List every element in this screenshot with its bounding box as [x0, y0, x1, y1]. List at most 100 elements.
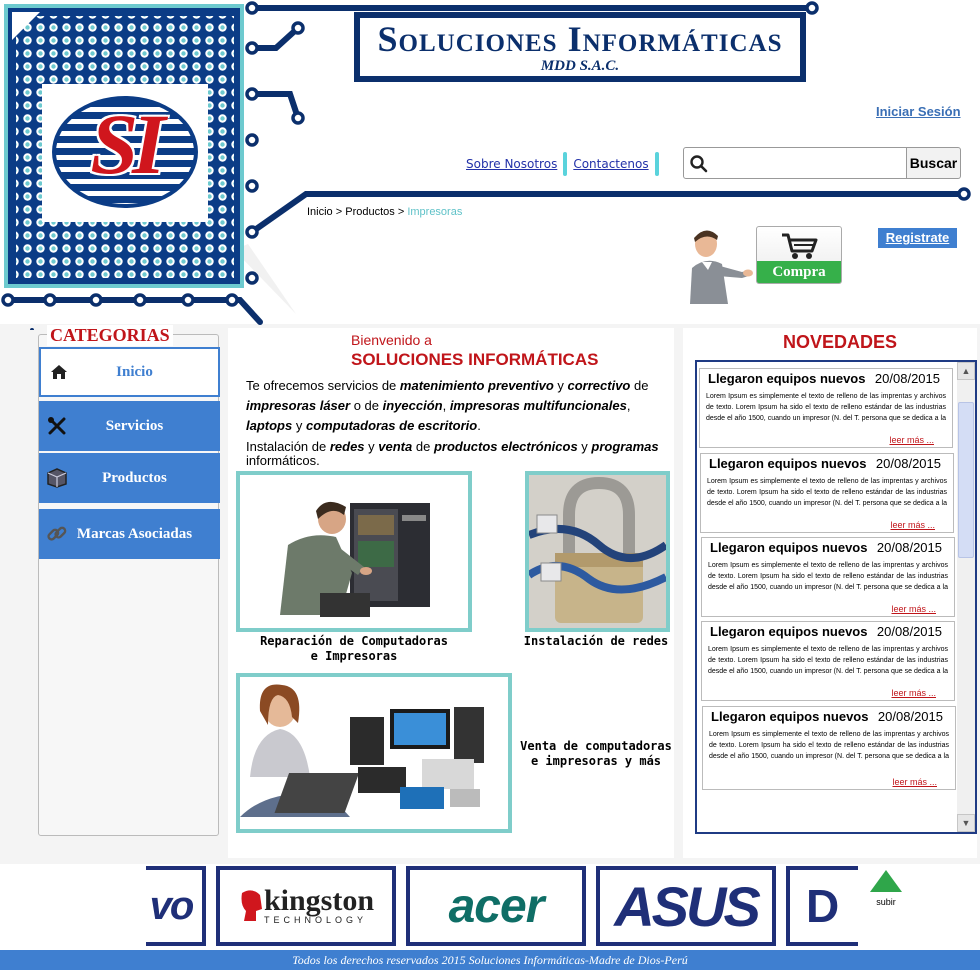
news-item: Llegaron equipos nuevos 20/08/2015 Lorem…: [701, 537, 955, 617]
news-headline: Llegaron equipos nuevos: [708, 371, 866, 386]
home-icon: [41, 364, 77, 380]
scroll-up-icon[interactable]: ▲: [957, 362, 975, 380]
categories-sidebar: CATEGORIAS Inicio Servicios Productos Ma…: [38, 325, 220, 836]
news-item: Llegaron equipos nuevos 20/08/2015 Lorem…: [699, 368, 953, 448]
banner-subtitle: MDD S.A.C.: [540, 58, 620, 74]
tools-icon: [39, 417, 75, 435]
search-button[interactable]: Buscar: [907, 147, 961, 179]
sales-service-image[interactable]: [236, 673, 512, 833]
breadcrumb-separator: >: [332, 206, 346, 218]
banner-title: Soluciones Informáticas: [377, 19, 783, 59]
news-date: 20/08/2015: [876, 624, 942, 639]
search-bar: Buscar: [683, 147, 961, 179]
footer: Todos los derechos reservados 2015 Soluc…: [0, 950, 980, 970]
cart-button[interactable]: Compra: [756, 226, 842, 284]
news-body: Lorem Ipsum es simplemente el texto de r…: [709, 731, 949, 760]
news-body: Lorem Ipsum es simplemente el texto de r…: [706, 393, 946, 422]
news-headline: Llegaron equipos nuevos: [711, 709, 869, 724]
nav-about-link[interactable]: Sobre Nosotros: [460, 157, 563, 171]
news-body: Lorem Ipsum es simplemente el texto de r…: [708, 562, 948, 591]
pointing-person-image: [690, 230, 753, 304]
brand-logo-kingston[interactable]: kingston TECHNOLOGY: [216, 866, 396, 946]
search-box: [683, 147, 907, 179]
news-item: Llegaron equipos nuevos 20/08/2015 Lorem…: [702, 706, 956, 790]
logo-panel: SI: [42, 84, 208, 222]
sidebar-item-label: Marcas Asociadas: [76, 525, 193, 542]
repair-caption: Reparación de Computadoras e Impresoras: [260, 634, 448, 663]
news-date: 20/08/2015: [874, 371, 940, 386]
read-more-link[interactable]: leer más ...: [892, 777, 937, 787]
news-body: Lorem Ipsum es simplemente el texto de r…: [708, 646, 948, 675]
brand-logo-asus[interactable]: ASUS: [596, 866, 776, 946]
sidebar-item-servicios[interactable]: Servicios: [39, 401, 220, 451]
back-to-top-label: subir: [876, 897, 896, 907]
login-link[interactable]: Iniciar Sesión: [876, 104, 961, 119]
news-panel: NOVEDADES Llegaron equipos nuevos 20/08/…: [683, 328, 977, 858]
news-item: Llegaron equipos nuevos 20/08/2015 Lorem…: [700, 453, 954, 533]
read-more-link[interactable]: leer más ...: [891, 688, 936, 698]
register-link[interactable]: Registrate: [878, 228, 957, 248]
breadcrumb-home[interactable]: Inicio: [307, 206, 333, 218]
logo-text: SI: [90, 96, 165, 192]
intro-paragraph: Te ofrecemos servicios de matenimiento p…: [246, 378, 649, 433]
site-banner: Soluciones Informáticas MDD S.A.C.: [354, 12, 806, 82]
technician-computer-illustration: [280, 501, 430, 617]
news-date: 20/08/2015: [877, 709, 943, 724]
brands-carousel: vo kingston TECHNOLOGY acer ASUS D: [146, 866, 858, 946]
arrow-up-icon: [870, 870, 902, 892]
breadcrumb: Inicio > Productos > Impresoras: [307, 206, 462, 218]
read-more-link[interactable]: leer más ...: [890, 520, 935, 530]
categories-title: CATEGORIAS: [47, 325, 173, 346]
scroll-down-icon[interactable]: ▼: [957, 814, 975, 832]
news-date: 20/08/2015: [876, 540, 942, 555]
sidebar-item-label: Servicios: [105, 417, 164, 434]
main-content: Bienvenido a SOLUCIONES INFORMÁTICAS Te …: [228, 328, 674, 858]
breadcrumb-separator: >: [394, 206, 408, 218]
chip-corner-notch: [12, 12, 40, 40]
news-headline: Llegaron equipos nuevos: [710, 540, 868, 555]
box-icon: [39, 468, 75, 488]
repair-service-image[interactable]: [236, 471, 472, 632]
company-logo-chip[interactable]: SI: [4, 4, 244, 288]
sales-caption: Venta de computadoras e impresoras y más: [520, 739, 672, 768]
back-to-top-button[interactable]: subir: [868, 870, 904, 907]
news-date: 20/08/2015: [875, 456, 941, 471]
brand-logo-dell[interactable]: D: [786, 866, 858, 946]
news-scroll-box[interactable]: Llegaron equipos nuevos 20/08/2015 Lorem…: [695, 360, 977, 834]
news-item: Llegaron equipos nuevos 20/08/2015 Lorem…: [701, 621, 955, 701]
network-caption: Instalación de redes: [523, 634, 669, 648]
news-scrollbar[interactable]: ▲ ▼: [957, 362, 975, 832]
read-more-link[interactable]: leer más ...: [889, 435, 934, 445]
nav-separator: [654, 152, 659, 176]
news-headline: Llegaron equipos nuevos: [710, 624, 868, 639]
cart-icon: [782, 233, 818, 259]
sidebar-item-inicio[interactable]: Inicio: [39, 347, 220, 397]
news-title: NOVEDADES: [782, 332, 898, 352]
services-paragraph: Instalación de redes y venta de producto…: [246, 439, 659, 468]
sidebar-item-label: Productos: [102, 469, 167, 486]
brand-logo-lenovo[interactable]: vo: [146, 866, 206, 946]
breadcrumb-products[interactable]: Productos: [345, 206, 395, 218]
kingston-head-icon: [241, 890, 262, 921]
search-input[interactable]: [712, 152, 902, 174]
sidebar-item-label: Inicio: [116, 363, 153, 380]
brand-logo-acer[interactable]: acer: [406, 866, 586, 946]
cart-label: Compra: [757, 261, 841, 283]
sidebar-item-marcas[interactable]: Marcas Asociadas: [39, 509, 220, 559]
nav-contact-link[interactable]: Contactenos: [567, 157, 654, 171]
news-headline: Llegaron equipos nuevos: [709, 456, 867, 471]
products-sales-illustration: [240, 684, 484, 817]
link-icon: [39, 523, 75, 545]
welcome-text: Bienvenido a: [351, 332, 432, 348]
read-more-link[interactable]: leer más ...: [891, 604, 936, 614]
breadcrumb-current: Impresoras: [407, 206, 463, 218]
welcome-title: SOLUCIONES INFORMÁTICAS: [351, 350, 599, 369]
sidebar-item-productos[interactable]: Productos: [39, 453, 220, 503]
network-service-image[interactable]: [525, 471, 670, 632]
footer-copyright: Todos los derechos reservados 2015 Soluc…: [292, 953, 688, 967]
scroll-thumb[interactable]: [958, 402, 974, 558]
news-body: Lorem Ipsum es simplemente el texto de r…: [707, 478, 947, 507]
network-cable-lock-illustration: [529, 475, 666, 628]
search-icon: [690, 155, 708, 173]
top-nav: Sobre Nosotros Contactenos: [460, 152, 659, 176]
